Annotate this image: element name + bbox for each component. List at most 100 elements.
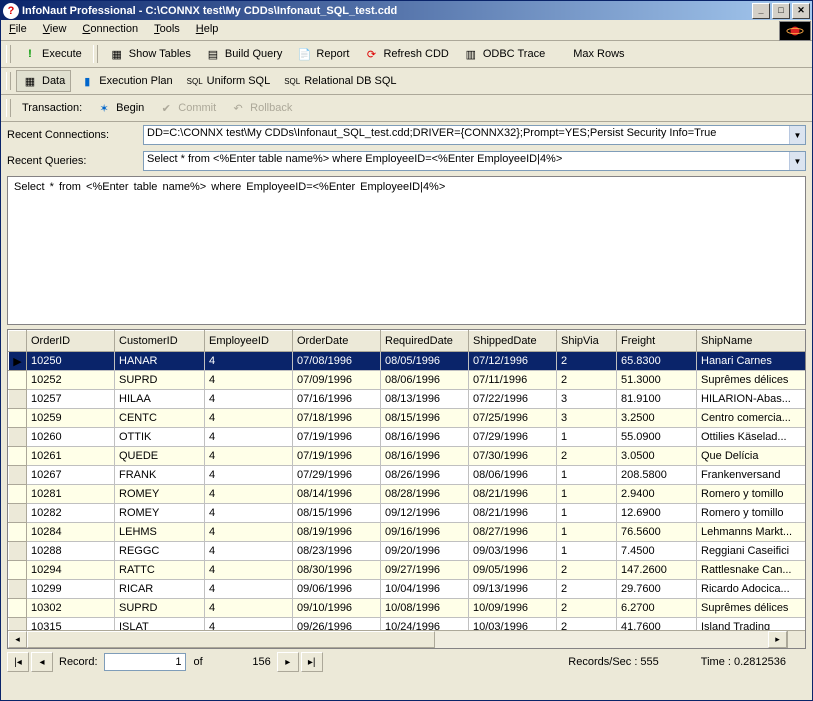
cell[interactable]: 09/26/1996 (293, 618, 381, 631)
cell[interactable]: 4 (205, 580, 293, 599)
cell[interactable]: 10/24/1996 (381, 618, 469, 631)
cell[interactable]: 10315 (27, 618, 115, 631)
cell[interactable]: 09/10/1996 (293, 599, 381, 618)
cell[interactable]: 10257 (27, 390, 115, 409)
cell[interactable]: 08/14/1996 (293, 485, 381, 504)
table-row[interactable]: 10288REGGC408/23/199609/20/199609/03/199… (9, 542, 806, 561)
cell[interactable]: 07/29/1996 (469, 428, 557, 447)
cell[interactable]: 08/19/1996 (293, 523, 381, 542)
recent-queries-combo[interactable]: Select * from <%Enter table name%> where… (143, 151, 806, 171)
column-header[interactable]: OrderDate (293, 331, 381, 352)
cell[interactable]: 10284 (27, 523, 115, 542)
column-header[interactable]: ShippedDate (469, 331, 557, 352)
cell[interactable]: 41.7600 (617, 618, 697, 631)
column-header[interactable]: Freight (617, 331, 697, 352)
tab-relational-sql[interactable]: SQL Relational DB SQL (278, 70, 402, 92)
cell[interactable]: 10/08/1996 (381, 599, 469, 618)
cell[interactable]: 10/03/1996 (469, 618, 557, 631)
cell[interactable]: 09/03/1996 (469, 542, 557, 561)
menu-view[interactable]: View (35, 20, 75, 40)
cell[interactable]: 10267 (27, 466, 115, 485)
table-row[interactable]: 10257HILAA407/16/199608/13/199607/22/199… (9, 390, 806, 409)
cell[interactable]: Que Delícia (697, 447, 806, 466)
table-row[interactable]: 10284LEHMS408/19/199609/16/199608/27/199… (9, 523, 806, 542)
cell[interactable]: ISLAT (115, 618, 205, 631)
cell[interactable]: 10/04/1996 (381, 580, 469, 599)
cell[interactable]: 1 (557, 428, 617, 447)
cell[interactable]: RICAR (115, 580, 205, 599)
cell[interactable]: 07/19/1996 (293, 428, 381, 447)
row-header[interactable] (9, 580, 27, 599)
row-header[interactable]: ▶ (9, 352, 27, 371)
scroll-right-button[interactable]: ▸ (768, 631, 787, 648)
cell[interactable]: Hanari Carnes (697, 352, 806, 371)
cell[interactable]: 4 (205, 561, 293, 580)
table-row[interactable]: ▶10250HANAR407/08/199608/05/199607/12/19… (9, 352, 806, 371)
cell[interactable]: 55.0900 (617, 428, 697, 447)
cell[interactable]: 07/11/1996 (469, 371, 557, 390)
cell[interactable]: 4 (205, 352, 293, 371)
row-header[interactable] (9, 599, 27, 618)
cell[interactable]: 08/16/1996 (381, 428, 469, 447)
close-button[interactable]: ✕ (792, 3, 810, 19)
cell[interactable]: 12.6900 (617, 504, 697, 523)
chevron-down-icon[interactable]: ▼ (789, 126, 805, 144)
cell[interactable]: 4 (205, 542, 293, 561)
cell[interactable]: 2 (557, 599, 617, 618)
cell[interactable]: 208.5800 (617, 466, 697, 485)
cell[interactable]: 09/12/1996 (381, 504, 469, 523)
cell[interactable]: SUPRD (115, 371, 205, 390)
sql-editor[interactable]: Select * from <%Enter table name%> where… (7, 176, 806, 325)
row-header[interactable] (9, 466, 27, 485)
column-header[interactable]: ShipName (697, 331, 806, 352)
tab-uniform-sql[interactable]: SQL Uniform SQL (181, 70, 277, 92)
cell[interactable]: CENTC (115, 409, 205, 428)
table-row[interactable]: 10302SUPRD409/10/199610/08/199610/09/199… (9, 599, 806, 618)
cell[interactable]: 08/06/1996 (381, 371, 469, 390)
cell[interactable]: Ricardo Adocica... (697, 580, 806, 599)
column-header[interactable]: EmployeeID (205, 331, 293, 352)
minimize-button[interactable]: _ (752, 3, 770, 19)
cell[interactable]: 07/30/1996 (469, 447, 557, 466)
cell[interactable]: 07/29/1996 (293, 466, 381, 485)
cell[interactable]: 08/13/1996 (381, 390, 469, 409)
chevron-down-icon[interactable]: ▼ (789, 152, 805, 170)
cell[interactable]: 10294 (27, 561, 115, 580)
row-header[interactable] (9, 428, 27, 447)
cell[interactable]: 4 (205, 371, 293, 390)
cell[interactable]: FRANK (115, 466, 205, 485)
horizontal-scrollbar[interactable]: ◂ ▸ (8, 630, 805, 648)
menu-connection[interactable]: Connection (74, 20, 146, 40)
cell[interactable]: HILAA (115, 390, 205, 409)
cell[interactable]: 08/21/1996 (469, 485, 557, 504)
cell[interactable]: 07/22/1996 (469, 390, 557, 409)
cell[interactable]: Frankenversand (697, 466, 806, 485)
cell[interactable]: HILARION-Abas... (697, 390, 806, 409)
cell[interactable]: 4 (205, 466, 293, 485)
cell[interactable]: HANAR (115, 352, 205, 371)
column-header[interactable]: CustomerID (115, 331, 205, 352)
toolbar-handle[interactable] (93, 45, 98, 63)
cell[interactable]: Centro comercia... (697, 409, 806, 428)
cell[interactable]: 1 (557, 523, 617, 542)
cell[interactable]: 2 (557, 447, 617, 466)
scroll-left-button[interactable]: ◂ (8, 631, 27, 648)
cell[interactable]: ROMEY (115, 504, 205, 523)
cell[interactable]: 09/13/1996 (469, 580, 557, 599)
cell[interactable]: 07/18/1996 (293, 409, 381, 428)
cell[interactable]: 4 (205, 447, 293, 466)
cell[interactable]: 147.2600 (617, 561, 697, 580)
report-button[interactable]: 📄 Report (290, 43, 355, 65)
cell[interactable]: Island Trading (697, 618, 806, 631)
show-tables-button[interactable]: ▦ Show Tables (103, 43, 197, 65)
row-header[interactable] (9, 561, 27, 580)
cell[interactable]: 08/30/1996 (293, 561, 381, 580)
cell[interactable]: 51.3000 (617, 371, 697, 390)
begin-button[interactable]: ✶ Begin (90, 97, 150, 119)
cell[interactable]: Suprêmes délices (697, 599, 806, 618)
menu-tools[interactable]: Tools (146, 20, 188, 40)
cell[interactable]: 10261 (27, 447, 115, 466)
cell[interactable]: 10260 (27, 428, 115, 447)
maximize-button[interactable]: □ (772, 3, 790, 19)
cell[interactable]: 10288 (27, 542, 115, 561)
